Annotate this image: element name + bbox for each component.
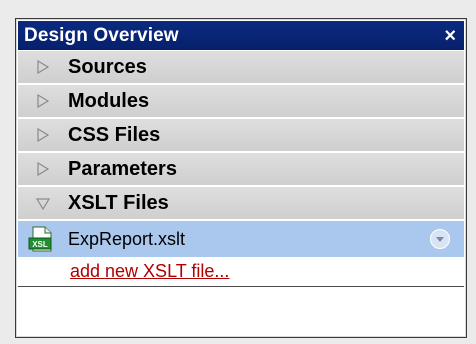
collapsed-triangle-icon	[36, 60, 50, 74]
panel-titlebar: Design Overview ×	[18, 21, 464, 50]
collapsed-triangle-icon	[36, 162, 50, 176]
expanded-triangle-icon	[36, 196, 50, 210]
section-label: Sources	[68, 55, 147, 78]
file-options-button[interactable]	[430, 229, 450, 249]
collapsed-triangle-icon	[36, 94, 50, 108]
panel-title: Design Overview	[24, 24, 179, 46]
close-button[interactable]: ×	[442, 26, 458, 46]
section-modules[interactable]: Modules	[18, 85, 464, 119]
section-xslt-files[interactable]: XSLT Files	[18, 187, 464, 221]
xslt-icon-text: XSL	[32, 240, 48, 249]
add-file-row: add new XSLT file...	[18, 257, 464, 287]
section-sources[interactable]: Sources	[18, 51, 464, 85]
add-new-xslt-link[interactable]: add new XSLT file...	[70, 261, 229, 282]
design-overview-panel: Design Overview × Sources Modules CSS Fi…	[15, 18, 467, 338]
xslt-file-icon: XSL	[28, 226, 56, 252]
down-arrow-icon	[436, 237, 444, 242]
collapsed-triangle-icon	[36, 128, 50, 142]
xslt-file-row[interactable]: XSL ExpReport.xslt	[18, 221, 464, 257]
section-css-files[interactable]: CSS Files	[18, 119, 464, 153]
section-label: Modules	[68, 89, 150, 112]
section-label: XSLT Files	[68, 191, 169, 214]
xslt-file-name: ExpReport.xslt	[68, 228, 186, 249]
sections-list: Sources Modules CSS Files Parameters XSL	[18, 51, 464, 287]
section-label: Parameters	[68, 157, 177, 180]
section-label: CSS Files	[68, 123, 161, 146]
section-parameters[interactable]: Parameters	[18, 153, 464, 187]
